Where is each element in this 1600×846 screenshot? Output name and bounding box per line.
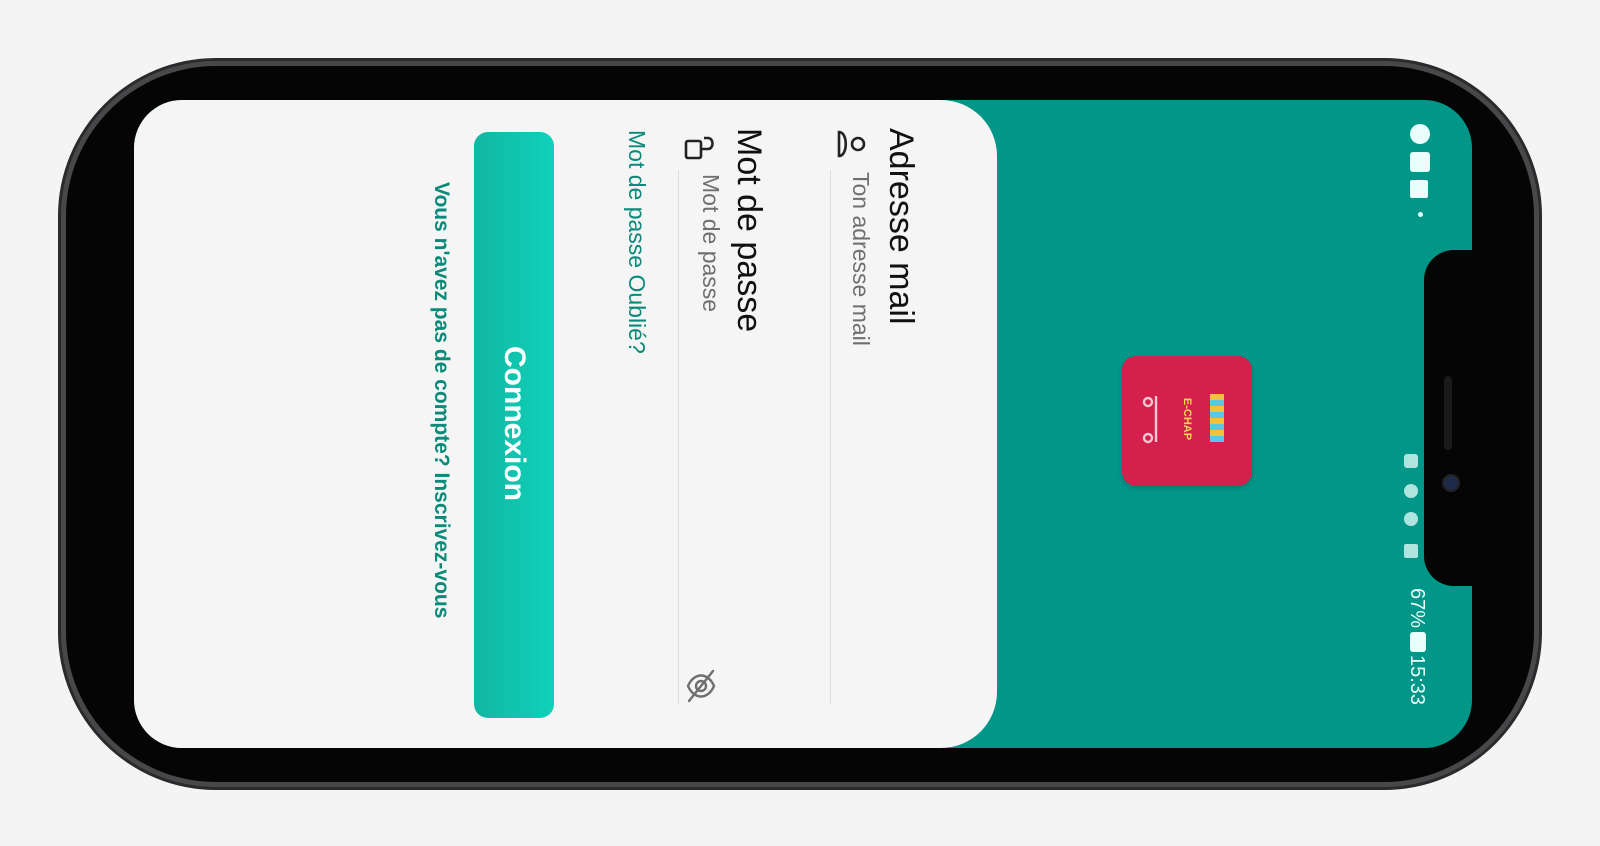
alarm-icon — [1404, 512, 1418, 526]
lock-icon — [684, 130, 716, 160]
logo-text: E-CHAP — [1181, 398, 1193, 440]
password-input[interactable]: Mot de passe — [697, 174, 724, 312]
connexion-button[interactable]: Connexion — [474, 132, 554, 718]
app-screen: Adresse mail Ton adresse mail Mot de pas… — [134, 100, 1472, 748]
phone-silent-switch — [1222, 58, 1274, 65]
more-notifications-icon — [1418, 212, 1423, 217]
phone-frame: Adresse mail Ton adresse mail Mot de pas… — [66, 66, 1534, 782]
email-label: Adresse mail — [882, 128, 920, 325]
forgot-password-link[interactable]: Mot de passe Oublié? — [623, 130, 650, 354]
password-field-underline — [678, 170, 679, 704]
bluetooth-icon — [1404, 484, 1418, 498]
nfc-icon — [1404, 454, 1418, 468]
connexion-button-label: Connexion — [498, 346, 531, 501]
wifi-signal-icon — [1404, 544, 1418, 558]
app-notification-icon — [1410, 124, 1430, 144]
status-time: 15:33 — [1406, 655, 1428, 706]
earpiece-speaker — [1444, 376, 1452, 450]
battery-percent: 67% — [1406, 588, 1428, 629]
signup-link[interactable]: Vous n'avez pas de compte? Inscrivez-vou… — [429, 182, 453, 618]
app-logo: E-CHAP — [1122, 356, 1252, 486]
activity-notification-icon — [1410, 152, 1430, 172]
user-icon — [836, 128, 868, 160]
phone-volume-button-middle — [1063, 58, 1171, 65]
battery-icon — [1410, 632, 1426, 652]
email-field-underline — [830, 170, 831, 704]
email-input[interactable]: Ton adresse mail — [847, 172, 874, 346]
phone-volume-button-top — [925, 58, 1033, 65]
front-camera — [1444, 476, 1458, 490]
password-label: Mot de passe — [730, 128, 768, 333]
shop-awning-logo-icon: E-CHAP — [1142, 394, 1224, 444]
eye-off-icon[interactable] — [684, 668, 718, 704]
alert-notification-icon — [1410, 180, 1428, 198]
login-card: Adresse mail Ton adresse mail Mot de pas… — [134, 100, 997, 748]
